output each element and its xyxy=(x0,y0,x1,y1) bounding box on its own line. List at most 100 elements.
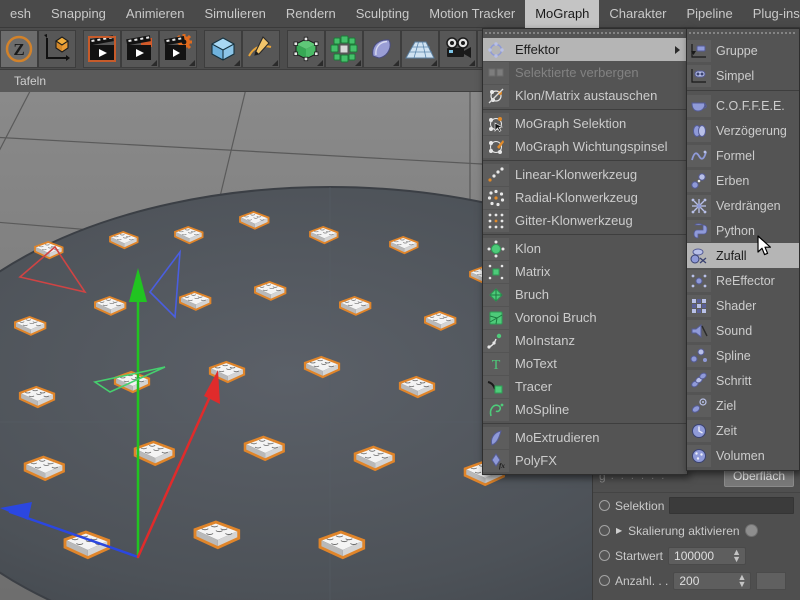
mospline-icon xyxy=(483,399,509,421)
menu-item-gruppe[interactable]: Gruppe xyxy=(687,38,799,63)
menu-item-zufall[interactable]: Zufall xyxy=(687,243,799,268)
floor-environment-icon[interactable] xyxy=(401,30,439,68)
menu-item-klon[interactable]: Klon xyxy=(483,237,687,260)
record-dot-icon[interactable] xyxy=(599,550,610,561)
menu-item-label: C.O.F.F.E.E. xyxy=(716,99,785,113)
spline-pen-icon[interactable] xyxy=(242,30,280,68)
menu-item-label: Shader xyxy=(716,299,756,313)
menu-item-selektierte-verbergen: Selektierte verbergen xyxy=(483,61,687,84)
menu-item-simpel[interactable]: Simpel xyxy=(687,63,799,88)
camera-icon[interactable] xyxy=(439,30,477,68)
menu-item-mograph-wichtungspinsel[interactable]: MoGraph Wichtungspinsel xyxy=(483,135,687,158)
expand-triangle-icon[interactable]: ▶ xyxy=(616,526,622,535)
menu-item-moextrudieren[interactable]: MoExtrudieren xyxy=(483,426,687,449)
spline-effector-icon xyxy=(687,345,711,367)
menu-item-label: Tracer xyxy=(515,379,552,394)
menu-item-klon-matrix-austauschen[interactable]: Klon/Matrix austauschen xyxy=(483,84,687,107)
menu-item-gitter-klonwerkzeug[interactable]: Gitter-Klonwerkzeug xyxy=(483,209,687,232)
menu-item-python[interactable]: Python xyxy=(687,218,799,243)
menu-item-label: Verzögerung xyxy=(716,124,787,138)
menu-item-bruch[interactable]: Bruch xyxy=(483,283,687,306)
selektion-input[interactable] xyxy=(669,497,794,514)
menu-item-verdr-ngen[interactable]: Verdrängen xyxy=(687,193,799,218)
submenu-tearoff-handle[interactable] xyxy=(689,30,797,37)
menubar-item-plugins[interactable]: Plug-ins xyxy=(743,0,800,28)
menu-item-shader[interactable]: Shader xyxy=(687,293,799,318)
menu-item-motext[interactable]: TMoText xyxy=(483,352,687,375)
render-settings-icon[interactable] xyxy=(159,30,197,68)
menu-item-formel[interactable]: Formel xyxy=(687,143,799,168)
menu-item-polyfx[interactable]: fxPolyFX xyxy=(483,449,687,472)
menu-item-reeffector[interactable]: ReEffector xyxy=(687,268,799,293)
menu-item-matrix[interactable]: Matrix xyxy=(483,260,687,283)
menubar-item-motion-tracker[interactable]: Motion Tracker xyxy=(419,0,525,28)
menu-item-tracer[interactable]: Tracer xyxy=(483,375,687,398)
menu-item-zeit[interactable]: Zeit xyxy=(687,418,799,443)
toolbar-group-undo: Z xyxy=(0,29,76,69)
skalierung-toggle[interactable] xyxy=(745,524,758,537)
grid-clone-tool-icon xyxy=(483,210,509,232)
record-dot-icon[interactable] xyxy=(599,525,610,536)
render-view-icon[interactable] xyxy=(83,30,121,68)
menu-item-spline[interactable]: Spline xyxy=(687,343,799,368)
push-apart-effector-icon xyxy=(687,195,711,217)
hide-selected-icon xyxy=(483,62,509,84)
menubar-item-rendern[interactable]: Rendern xyxy=(276,0,346,28)
attr-row-skalierung: ▶ Skalierung aktivieren xyxy=(593,518,800,543)
menu-item-label: Klon/Matrix austauschen xyxy=(515,88,657,103)
array-object-icon[interactable] xyxy=(325,30,363,68)
menu-item-label: Erben xyxy=(716,174,749,188)
anzahl-number-field[interactable]: 200 ▲▼ xyxy=(673,572,751,590)
undo-redo-icon[interactable]: Z xyxy=(0,30,38,68)
viewport-tab-tafeln[interactable]: Tafeln xyxy=(0,70,60,92)
step-effector-icon xyxy=(687,370,711,392)
menubar-item-simulieren[interactable]: Simulieren xyxy=(194,0,275,28)
startwert-number-field[interactable]: 100000 ▲▼ xyxy=(668,547,746,565)
spinner-icon[interactable]: ▲▼ xyxy=(732,549,741,563)
bend-deformer-icon[interactable] xyxy=(363,30,401,68)
nurbs-generator-icon[interactable] xyxy=(287,30,325,68)
menu-item-effektor[interactable]: Effektor xyxy=(483,38,687,61)
menubar-item-pipeline[interactable]: Pipeline xyxy=(677,0,743,28)
menu-item-volumen[interactable]: Volumen xyxy=(687,443,799,468)
menubar-item-mesh[interactable]: esh xyxy=(0,0,41,28)
anzahl-value: 200 xyxy=(679,574,699,588)
menu-item-c-o-f-f-e-e[interactable]: C.O.F.F.E.E. xyxy=(687,93,799,118)
motext-icon: T xyxy=(483,353,509,375)
menu-item-moinstanz[interactable]: MoInstanz xyxy=(483,329,687,352)
menu-item-label: Python xyxy=(716,224,755,238)
menu-item-voronoi-bruch[interactable]: Voronoi Bruch xyxy=(483,306,687,329)
menu-item-label: Effektor xyxy=(515,42,560,57)
shader-effector-icon xyxy=(687,295,711,317)
menubar-item-mograph[interactable]: MoGraph xyxy=(525,0,599,28)
menubar-item-snapping[interactable]: Snapping xyxy=(41,0,116,28)
menu-item-mograph-selektion[interactable]: MoGraph Selektion xyxy=(483,112,687,135)
primitive-cube-icon[interactable] xyxy=(204,30,242,68)
menu-item-ziel[interactable]: Ziel xyxy=(687,393,799,418)
menubar-item-charakter[interactable]: Charakter xyxy=(599,0,676,28)
menubar-item-animieren[interactable]: Animieren xyxy=(116,0,195,28)
menu-item-mospline[interactable]: MoSpline xyxy=(483,398,687,421)
menubar-item-sculpting[interactable]: Sculpting xyxy=(346,0,419,28)
menu-item-schritt[interactable]: Schritt xyxy=(687,368,799,393)
menu-item-radial-klonwerkzeug[interactable]: Radial-Klonwerkzeug xyxy=(483,186,687,209)
menu-item-verz-gerung[interactable]: Verzögerung xyxy=(687,118,799,143)
record-dot-icon[interactable] xyxy=(599,500,610,511)
menu-separator xyxy=(483,423,687,424)
spinner-icon[interactable]: ▲▼ xyxy=(737,574,746,588)
record-dot-icon[interactable] xyxy=(599,575,610,586)
menu-item-sound[interactable]: Sound xyxy=(687,318,799,343)
svg-text:fx: fx xyxy=(499,462,505,470)
menu-item-label: Simpel xyxy=(716,69,754,83)
anzahl-extra-field[interactable] xyxy=(756,572,786,590)
render-region-icon[interactable] xyxy=(121,30,159,68)
menu-item-label: Linear-Klonwerkzeug xyxy=(515,167,637,182)
attr-row-startwert: Startwert 100000 ▲▼ xyxy=(593,543,800,568)
menu-item-linear-klonwerkzeug[interactable]: Linear-Klonwerkzeug xyxy=(483,163,687,186)
axis-object-icon[interactable] xyxy=(38,30,76,68)
submenu-arrow-icon xyxy=(675,46,680,54)
menu-item-erben[interactable]: Erben xyxy=(687,168,799,193)
random-effector-icon xyxy=(687,245,711,267)
menu-item-label: Selektierte verbergen xyxy=(515,65,639,80)
menu-tearoff-handle[interactable] xyxy=(485,30,685,37)
